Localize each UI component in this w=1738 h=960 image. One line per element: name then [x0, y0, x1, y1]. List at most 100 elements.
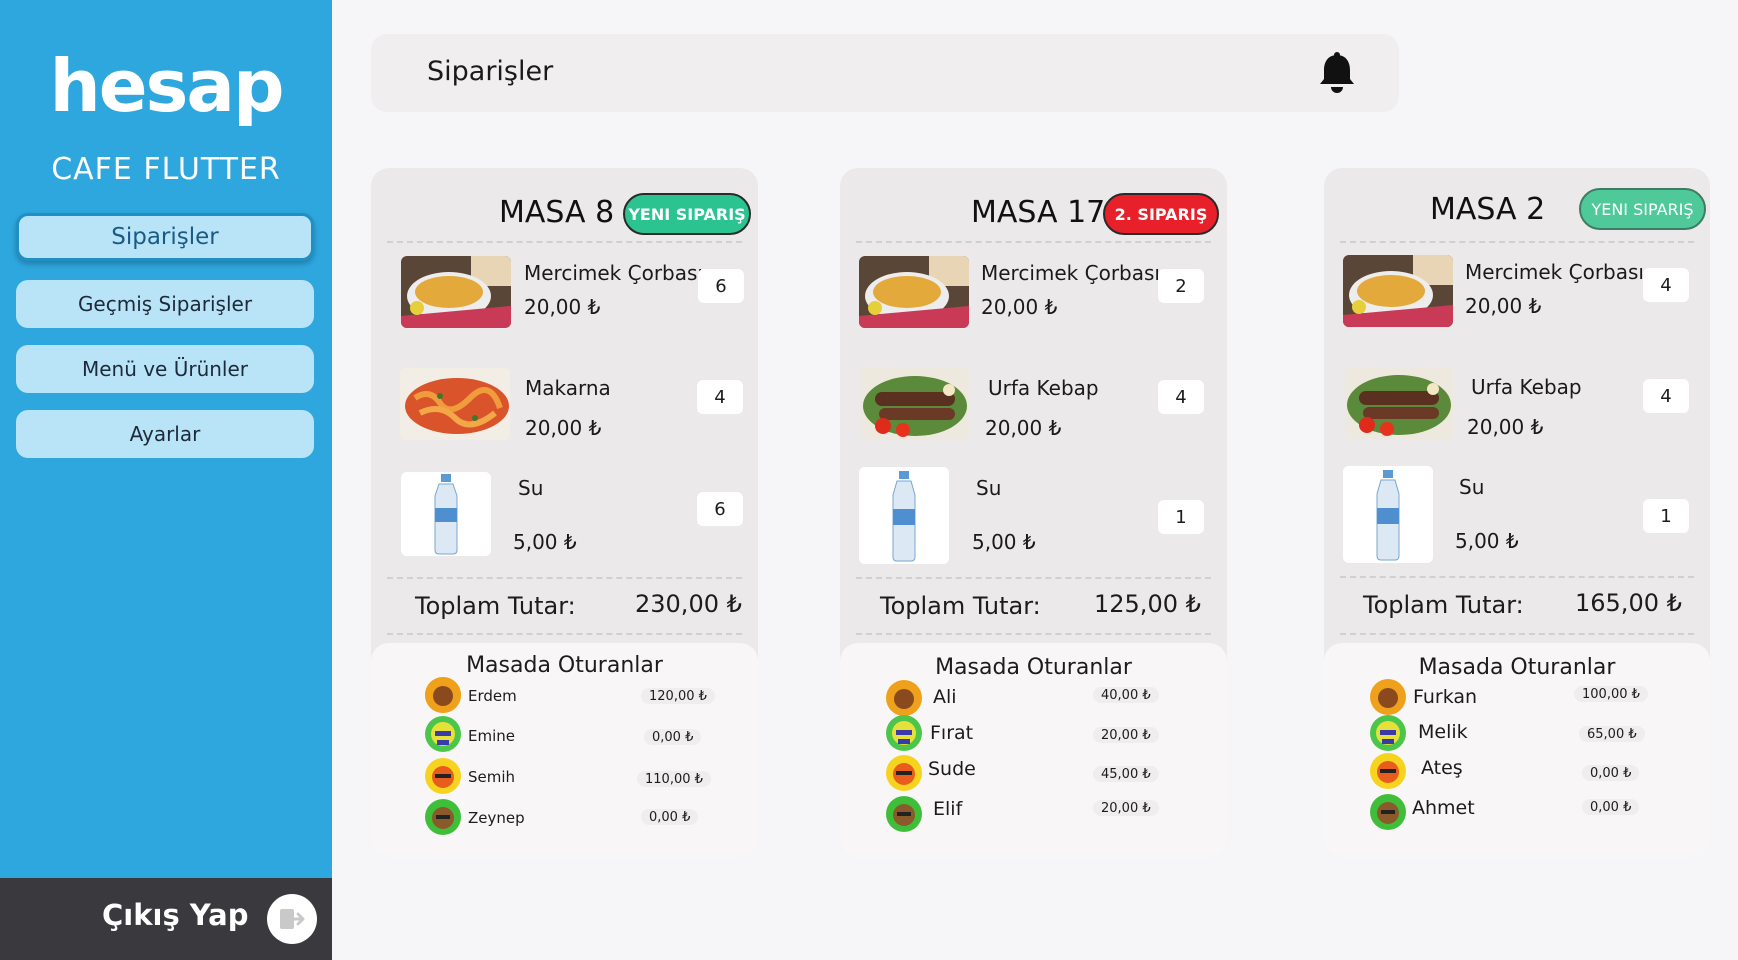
diners-title: Masada Oturanlar [466, 653, 663, 678]
diners-panel: Masada Oturanlar Ali 40,00 ₺ Fırat 20,00… [840, 643, 1227, 858]
nav-settings-button[interactable]: Ayarlar [16, 410, 314, 458]
diner-amount: 120,00 ₺ [641, 688, 715, 704]
second-order-badge: 2. SIPARIŞ [1103, 193, 1219, 235]
logout-icon[interactable] [267, 894, 317, 944]
bell-icon[interactable] [1317, 52, 1357, 94]
page-header: Siparişler [371, 34, 1399, 112]
nav-past-orders-button[interactable]: Geçmiş Siparişler [16, 280, 314, 328]
diner-name: Elif [933, 798, 963, 820]
item-quantity: 4 [1158, 380, 1204, 414]
page-title: Siparişler [427, 56, 554, 87]
diner-name: Furkan [1413, 686, 1478, 708]
item-quantity: 4 [1643, 268, 1689, 302]
diner-amount: 0,00 ₺ [1582, 765, 1640, 781]
avatar [886, 680, 922, 716]
logout-button[interactable]: Çıkış Yap [102, 898, 248, 932]
diner-amount: 40,00 ₺ [1093, 687, 1159, 703]
table-card-masa-17[interactable]: MASA 17 2. SIPARIŞ Mercimek Çorbası 20,0… [840, 168, 1227, 858]
item-quantity: 1 [1158, 500, 1204, 534]
item-name: Mercimek Çorbası [981, 261, 1160, 285]
total-amount: 230,00 ₺ [635, 590, 742, 618]
diner-amount: 20,00 ₺ [1093, 727, 1159, 743]
cafe-name: CAFE FLUTTER [51, 152, 281, 187]
total-amount: 125,00 ₺ [1094, 590, 1201, 618]
table-card-masa-2[interactable]: MASA 2 YENI SIPARIŞ Mercimek Çorbası 20,… [1324, 168, 1710, 858]
new-order-badge: YENI SIPARIŞ [623, 193, 751, 235]
soup-image [859, 256, 969, 328]
item-name: Su [1459, 475, 1485, 499]
soup-image [1343, 255, 1453, 327]
avatar [425, 677, 461, 713]
diner-amount: 100,00 ₺ [1574, 686, 1648, 702]
item-name: Urfa Kebap [1471, 375, 1582, 399]
diner-name: Ahmet [1412, 797, 1475, 819]
diner-amount: 20,00 ₺ [1093, 800, 1159, 816]
avatar [1370, 753, 1406, 789]
item-price: 20,00 ₺ [981, 295, 1058, 319]
item-name: Urfa Kebap [988, 376, 1099, 400]
diner-amount: 110,00 ₺ [637, 771, 711, 787]
avatar [425, 716, 461, 752]
avatar [886, 715, 922, 751]
diner-name: Semih [468, 768, 516, 786]
diner-name: Ali [933, 686, 957, 708]
table-title: MASA 2 [1430, 192, 1546, 227]
total-label: Toplam Tutar: [880, 592, 1041, 620]
diner-amount: 65,00 ₺ [1579, 726, 1645, 742]
diner-amount: 0,00 ₺ [644, 729, 702, 745]
diner-name: Sude [928, 758, 976, 780]
diner-amount: 45,00 ₺ [1093, 766, 1159, 782]
item-quantity: 6 [698, 269, 744, 303]
item-price: 5,00 ₺ [972, 530, 1036, 554]
diners-panel: Masada Oturanlar Furkan 100,00 ₺ Melik 6… [1324, 643, 1710, 858]
table-title: MASA 8 [499, 195, 615, 230]
diner-amount: 0,00 ₺ [641, 809, 699, 825]
diners-title: Masada Oturanlar [935, 655, 1132, 680]
nav-orders-button[interactable]: Siparişler [16, 213, 314, 261]
water-bottle-image [859, 467, 949, 564]
pasta-image [400, 368, 510, 440]
diner-name: Erdem [468, 687, 517, 705]
item-name: Mercimek Çorbası [524, 261, 703, 285]
item-price: 5,00 ₺ [513, 530, 577, 554]
item-quantity: 6 [697, 492, 743, 526]
item-price: 20,00 ₺ [985, 416, 1062, 440]
avatar [1370, 794, 1406, 830]
item-price: 5,00 ₺ [1455, 529, 1519, 553]
item-quantity: 4 [697, 380, 743, 414]
item-quantity: 2 [1158, 269, 1204, 303]
total-label: Toplam Tutar: [415, 592, 576, 620]
soup-image [401, 256, 511, 328]
diner-name: Fırat [930, 722, 974, 744]
avatar [425, 758, 461, 794]
new-order-badge: YENI SIPARIŞ [1579, 188, 1706, 230]
avatar [1370, 715, 1406, 751]
diner-amount: 0,00 ₺ [1582, 799, 1640, 815]
item-name: Makarna [525, 376, 611, 400]
item-name: Su [976, 476, 1002, 500]
app-logo: hesap [49, 44, 284, 128]
total-label: Toplam Tutar: [1363, 591, 1524, 619]
item-price: 20,00 ₺ [1467, 415, 1544, 439]
water-bottle-image [401, 472, 491, 556]
avatar [425, 799, 461, 835]
item-price: 20,00 ₺ [1465, 294, 1542, 318]
item-price: 20,00 ₺ [524, 295, 601, 319]
logout-bar: Çıkış Yap [0, 878, 332, 960]
diner-name: Melik [1418, 721, 1468, 743]
item-name: Su [518, 476, 544, 500]
diners-panel: Masada Oturanlar Erdem 120,00 ₺ Emine 0,… [371, 643, 758, 858]
item-price: 20,00 ₺ [525, 416, 602, 440]
avatar [1370, 679, 1406, 715]
avatar [886, 796, 922, 832]
total-amount: 165,00 ₺ [1575, 589, 1682, 617]
avatar [886, 755, 922, 791]
sidebar: hesap CAFE FLUTTER Siparişler Geçmiş Sip… [0, 0, 332, 960]
nav-menu-products-button[interactable]: Menü ve Ürünler [16, 345, 314, 393]
water-bottle-image [1343, 466, 1433, 563]
item-name: Mercimek Çorbası [1465, 260, 1644, 284]
diners-title: Masada Oturanlar [1418, 655, 1616, 680]
table-card-masa-8[interactable]: MASA 8 YENI SIPARIŞ Mercimek Çorbası 20,… [371, 168, 758, 858]
diner-name: Zeynep [468, 809, 525, 827]
diner-name: Emine [468, 727, 515, 745]
